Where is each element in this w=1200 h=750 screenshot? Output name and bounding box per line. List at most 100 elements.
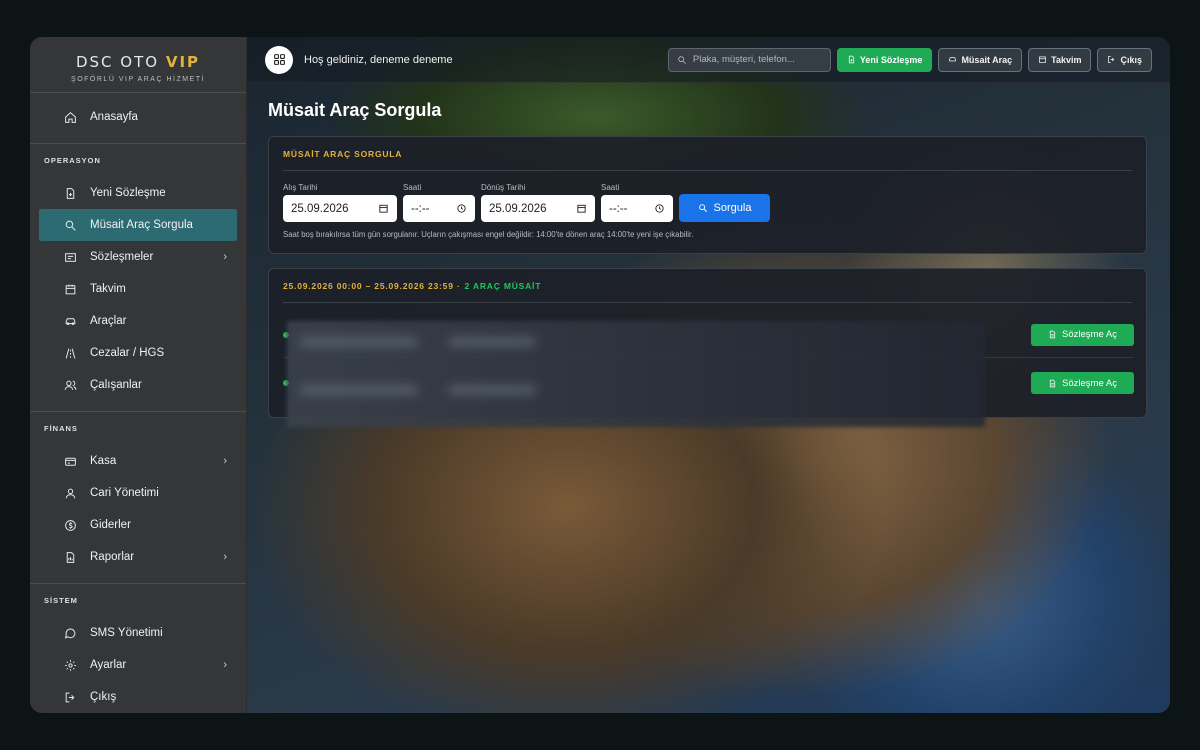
sidebar-item-label: Ayarlar	[90, 659, 127, 671]
results-range: 25.09.2026 00:00 – 25.09.2026 23:59 ·	[283, 280, 461, 291]
sidebar-item-label: Cezalar / HGS	[90, 347, 165, 359]
page-title: Müsait Araç Sorgula	[268, 100, 442, 120]
sidebar-item-label: Cari Yönetimi	[90, 487, 159, 499]
grid-icon	[273, 54, 285, 65]
results-card: 25.09.2026 00:00 – 25.09.2026 23:59 · 2 …	[268, 268, 1147, 427]
search-input[interactable]	[692, 54, 818, 65]
calendar-button[interactable]: Takvim	[1028, 47, 1092, 72]
sidebar-item-accounts[interactable]: Cari Yönetimi	[39, 477, 237, 509]
sidebar-item-new-contract[interactable]: Yeni Sözleşme	[39, 177, 237, 209]
button-label: Müsait Araç	[961, 54, 1013, 65]
clock-icon[interactable]	[456, 203, 467, 214]
sidebar-item-label: Raporlar	[90, 551, 135, 563]
return-date-field: Dönüş Tarihi 25.09.2026	[481, 183, 595, 222]
file-icon	[1049, 379, 1056, 387]
app-window: DSC OTO VIP ŞOFÖRLÜ VIP ARAÇ HİZMETİ Ana…	[30, 37, 1170, 713]
menu-toggle-button[interactable]	[265, 45, 293, 74]
file-plus-icon	[848, 55, 855, 64]
chevron-right-icon: ›	[223, 551, 227, 563]
money-icon	[63, 518, 77, 532]
sidebar-item-label: Yeni Sözleşme	[90, 187, 166, 199]
calendar-icon	[63, 282, 77, 296]
pickup-date-input[interactable]: 25.09.2026	[283, 195, 397, 222]
search-box[interactable]	[667, 47, 831, 72]
sidebar: DSC OTO VIP ŞOFÖRLÜ VIP ARAÇ HİZMETİ Ana…	[30, 37, 247, 713]
pickup-date-field: Alış Tarihi 25.09.2026	[283, 183, 397, 222]
return-time-input[interactable]: --:--	[601, 195, 673, 222]
query-button[interactable]: Sorgula	[679, 194, 770, 222]
report-icon	[63, 550, 77, 564]
return-time-label: Saati	[601, 183, 620, 192]
search-icon	[698, 204, 707, 213]
pickup-time-label: Saati	[403, 183, 422, 192]
return-date-label: Dönüş Tarihi	[481, 183, 526, 192]
open-contract-button[interactable]: Sözleşme Aç	[1031, 372, 1134, 394]
sidebar-item-label: Sözleşmeler	[90, 251, 154, 263]
button-label: Takvim	[1051, 54, 1082, 65]
sidebar-item-label: Çıkış	[90, 691, 117, 703]
new-contract-button[interactable]: Yeni Sözleşme	[836, 47, 933, 72]
return-time-field: Saati --:--	[601, 183, 673, 222]
main-content: Hoş geldiniz, deneme deneme Yeni Sözleşm…	[247, 37, 1170, 713]
road-icon	[63, 346, 77, 360]
sidebar-item-label: Çalışanlar	[90, 379, 142, 391]
open-contract-button[interactable]: Sözleşme Aç	[1031, 323, 1134, 346]
calendar-icon[interactable]	[576, 203, 587, 214]
file-plus-icon	[63, 186, 77, 200]
sidebar-item-label: Anasayfa	[90, 111, 138, 123]
brand: DSC OTO VIP ŞOFÖRLÜ VIP ARAÇ HİZMETİ	[30, 37, 246, 93]
button-label: Çıkış	[1120, 54, 1142, 65]
sidebar-item-calendar[interactable]: Takvim	[39, 273, 237, 305]
welcome-text: Hoş geldiniz, deneme deneme	[304, 53, 453, 66]
pickup-time-input[interactable]: --:--	[403, 195, 475, 222]
pickup-date-label: Alış Tarihi	[283, 183, 318, 192]
chevron-right-icon: ›	[223, 251, 227, 263]
topbar: Hoş geldiniz, deneme deneme Yeni Sözleşm…	[247, 37, 1170, 83]
sidebar-item-reports[interactable]: Raporlar ›	[39, 541, 237, 573]
sidebar-item-logout[interactable]: Çıkış	[39, 681, 237, 713]
calendar-icon	[1039, 56, 1046, 63]
section-operations: OPERASYON	[30, 143, 246, 177]
sidebar-item-label: Araçlar	[90, 315, 127, 327]
sidebar-item-label: SMS Yönetimi	[90, 627, 163, 639]
chevron-right-icon: ›	[223, 455, 227, 467]
results-heading: 25.09.2026 00:00 – 25.09.2026 23:59 · 2 …	[283, 269, 1132, 303]
pickup-time-value: --:--	[411, 202, 430, 215]
search-icon	[678, 55, 686, 64]
pickup-time-field: Saati --:--	[403, 183, 475, 222]
chevron-right-icon: ›	[223, 659, 227, 671]
sidebar-item-available-query[interactable]: Müsait Araç Sorgula	[39, 209, 237, 241]
available-vehicle-button[interactable]: Müsait Araç	[938, 47, 1023, 72]
sidebar-item-expenses[interactable]: Giderler	[39, 509, 237, 541]
sidebar-item-fines[interactable]: Cezalar / HGS	[39, 337, 237, 369]
sidebar-item-vehicles[interactable]: Araçlar	[39, 305, 237, 337]
calendar-icon[interactable]	[378, 203, 389, 214]
car-icon	[949, 57, 957, 62]
button-label: Sorgula	[713, 202, 752, 214]
car-icon	[63, 314, 77, 328]
sidebar-item-home[interactable]: Anasayfa	[39, 101, 237, 133]
return-date-input[interactable]: 25.09.2026	[481, 195, 595, 222]
return-date-value: 25.09.2026	[489, 202, 547, 215]
users-icon	[63, 378, 77, 392]
file-icon	[1049, 330, 1056, 339]
sidebar-item-cash[interactable]: Kasa ›	[39, 445, 237, 477]
button-label: Sözleşme Aç	[1062, 329, 1117, 340]
query-hint: Saat boş bırakılırsa tüm gün sorgulanır.…	[283, 230, 694, 239]
button-label: Sözleşme Aç	[1062, 377, 1117, 389]
brand-subtitle: ŞOFÖRLÜ VIP ARAÇ HİZMETİ	[71, 76, 205, 83]
gear-icon	[63, 658, 77, 672]
sidebar-item-employees[interactable]: Çalışanlar	[39, 369, 237, 401]
list-icon	[63, 250, 77, 264]
chat-icon	[63, 626, 77, 640]
sidebar-item-settings[interactable]: Ayarlar ›	[39, 649, 237, 681]
clock-icon[interactable]	[654, 203, 665, 214]
wallet-icon	[63, 454, 77, 468]
logout-icon	[1108, 56, 1115, 63]
sidebar-item-label: Takvim	[90, 283, 126, 295]
sidebar-item-contracts[interactable]: Sözleşmeler ›	[39, 241, 237, 273]
sidebar-item-sms[interactable]: SMS Yönetimi	[39, 617, 237, 649]
return-time-value: --:--	[609, 202, 628, 215]
query-card: MÜSAİT ARAÇ SORGULA Alış Tarihi 25.09.20…	[268, 136, 1147, 254]
logout-button[interactable]: Çıkış	[1097, 47, 1152, 72]
